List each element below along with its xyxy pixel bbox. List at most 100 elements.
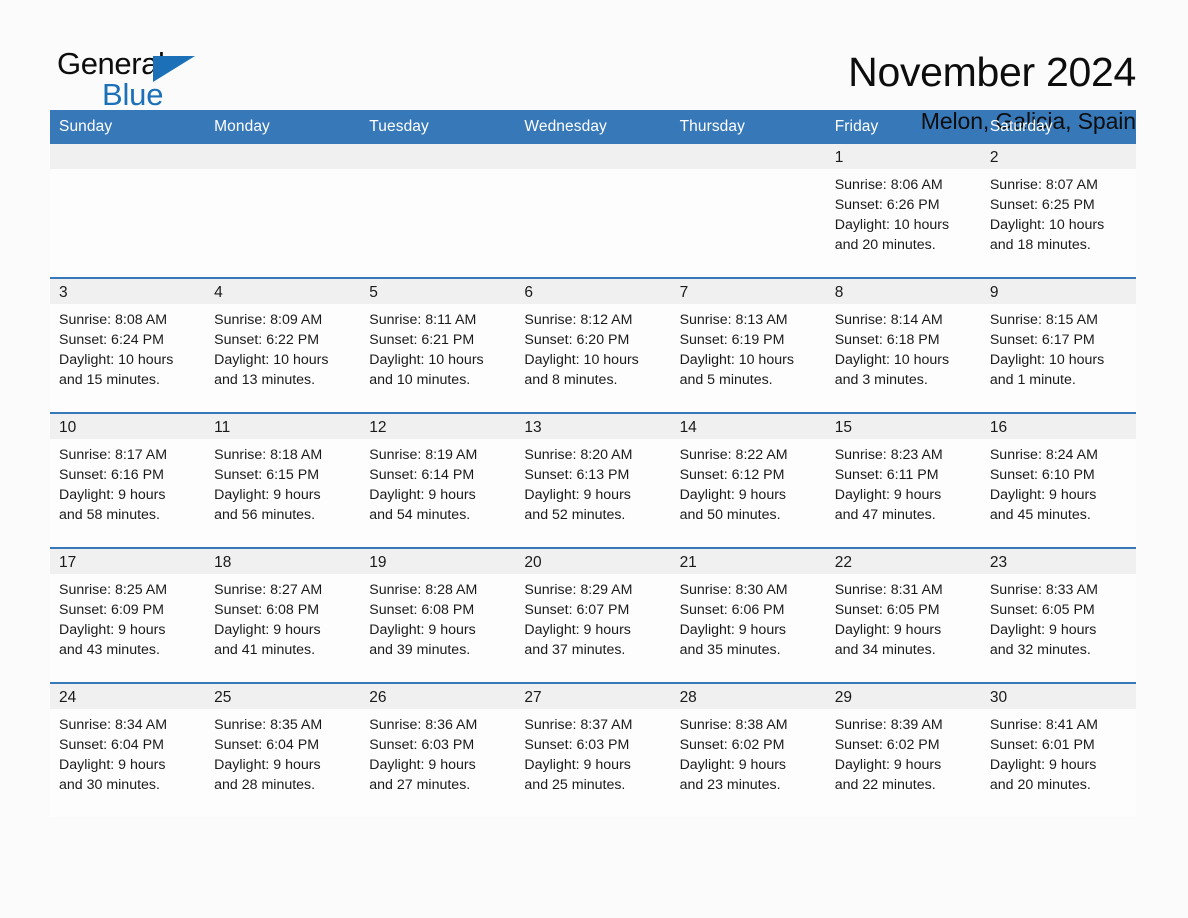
calendar-day-cell[interactable]: 9 Sunrise: 8:15 AM Sunset: 6:17 PM Daylight…: [980, 277, 1136, 413]
calendar-day-cell[interactable]: 30 Sunrise: 8:41 AM Sunset: 6:01 PM Dayligh…: [980, 682, 1136, 817]
daylight-duration-line-2: and 8 minutes.: [524, 372, 618, 388]
calendar-day-cell[interactable]: 11 Sunrise: 8:18 AM Sunset: 6:15 PM Dayligh…: [205, 412, 361, 548]
calendar-day-cell[interactable]: 27 Sunrise: 8:37 AM Sunset: 6:03 PM Dayligh…: [515, 682, 671, 817]
daylight-duration-line-2: and 20 minutes.: [834, 237, 936, 253]
calendar-day-cell[interactable]: 8 Sunrise: 8:14 AM Sunset: 6:18 PM Daylight…: [825, 277, 981, 413]
calendar-day-cell[interactable]: 12 Sunrise: 8:19 AM Sunset: 6:14 PM Dayligh…: [360, 412, 516, 548]
daylight-duration-line-1: Daylight: 9 hours: [369, 622, 476, 638]
calendar-day-cell[interactable]: 3 Sunrise: 8:08 AM Sunset: 6:24 PM Daylight…: [50, 277, 206, 413]
day-cell-inner: [670, 144, 826, 277]
day-details: Sunrise: 8:33 AM Sunset: 6:05 PM Daylight:…: [981, 574, 1136, 660]
calendar-day-cell[interactable]: 2 Sunrise: 8:07 AM Sunset: 6:25 PM Daylight…: [980, 144, 1136, 278]
day-cell-inner: 28 Sunrise: 8:38 AM Sunset: 6:02 PM Dayligh…: [670, 684, 826, 817]
day-cell-inner: 15 Sunrise: 8:23 AM Sunset: 6:11 PM Dayligh…: [825, 414, 981, 547]
day-details: Sunrise: 8:41 AM Sunset: 6:01 PM Daylight:…: [981, 709, 1136, 795]
logo-text-general: General: [57, 46, 165, 81]
day-details: Sunrise: 8:14 AM Sunset: 6:18 PM Daylight:…: [826, 304, 981, 390]
day-cell-inner: 24 Sunrise: 8:34 AM Sunset: 6:04 PM Dayligh…: [50, 684, 206, 817]
daylight-duration-line-1: Daylight: 9 hours: [834, 757, 942, 773]
calendar-week-row: 24 Sunrise: 8:34 AM Sunset: 6:04 PM Dayligh…: [50, 682, 1136, 817]
weekday-header-sunday: Sunday: [50, 110, 206, 144]
day-cell-inner: 29 Sunrise: 8:39 AM Sunset: 6:02 PM Dayligh…: [825, 684, 981, 817]
calendar-day-cell[interactable]: 26 Sunrise: 8:36 AM Sunset: 6:03 PM Dayligh…: [360, 682, 516, 817]
daylight-duration-line-2: and 30 minutes.: [59, 777, 160, 793]
calendar-day-cell[interactable]: 1 Sunrise: 8:06 AM Sunset: 6:26 PM Daylight…: [825, 144, 981, 278]
sunrise-time: Sunrise: 8:36 AM: [369, 717, 478, 733]
sunrise-time: Sunrise: 8:39 AM: [834, 717, 943, 733]
calendar-day-cell[interactable]: 28 Sunrise: 8:38 AM Sunset: 6:02 PM Dayligh…: [670, 682, 826, 817]
daylight-duration-line-2: and 18 minutes.: [989, 237, 1091, 253]
day-details: Sunrise: 8:13 AM Sunset: 6:19 PM Daylight:…: [671, 304, 826, 390]
calendar-day-cell[interactable]: 24 Sunrise: 8:34 AM Sunset: 6:04 PM Dayligh…: [50, 682, 206, 817]
weekday-header-thursday: Thursday: [670, 110, 826, 144]
sunset-time: Sunset: 6:04 PM: [214, 737, 320, 753]
day-details: Sunrise: 8:17 AM Sunset: 6:16 PM Daylight:…: [50, 439, 205, 525]
sunrise-sunset-calendar: Sunday Monday Tuesday Wednesday Thursday Frid…: [50, 110, 1136, 817]
calendar-day-cell[interactable]: 14 Sunrise: 8:22 AM Sunset: 6:12 PM Dayligh…: [670, 412, 826, 548]
general-blue-logo[interactable]: General Blue: [57, 48, 207, 114]
weekday-header-monday: Monday: [205, 110, 361, 144]
sunrise-time: Sunrise: 8:37 AM: [524, 717, 633, 733]
day-number: 4: [205, 279, 361, 304]
calendar-day-cell[interactable]: 6 Sunrise: 8:12 AM Sunset: 6:20 PM Daylight…: [515, 277, 671, 413]
calendar-day-cell[interactable]: 19 Sunrise: 8:28 AM Sunset: 6:08 PM Dayligh…: [360, 547, 516, 683]
calendar-day-cell[interactable]: 21 Sunrise: 8:30 AM Sunset: 6:06 PM Dayligh…: [670, 547, 826, 683]
calendar-day-cell[interactable]: 10 Sunrise: 8:17 AM Sunset: 6:16 PM Dayligh…: [50, 412, 206, 548]
calendar-day-cell[interactable]: 22 Sunrise: 8:31 AM Sunset: 6:05 PM Dayligh…: [825, 547, 981, 683]
sunset-time: Sunset: 6:25 PM: [989, 197, 1095, 213]
sunset-time: Sunset: 6:08 PM: [214, 602, 320, 618]
sunset-time: Sunset: 6:26 PM: [834, 197, 940, 213]
day-number: 29: [825, 684, 981, 709]
daylight-duration-line-1: Daylight: 9 hours: [59, 757, 166, 773]
sunrise-time: Sunrise: 8:08 AM: [59, 312, 168, 328]
day-cell-inner: 7 Sunrise: 8:13 AM Sunset: 6:19 PM Daylight…: [670, 279, 826, 412]
sunset-time: Sunset: 6:17 PM: [989, 332, 1095, 348]
calendar-day-cell-empty: [50, 144, 206, 278]
daylight-duration-line-1: Daylight: 9 hours: [834, 487, 942, 503]
day-number: [515, 144, 671, 169]
daylight-duration-line-2: and 52 minutes.: [524, 507, 626, 523]
day-cell-inner: 13 Sunrise: 8:20 AM Sunset: 6:13 PM Dayligh…: [515, 414, 671, 547]
day-cell-inner: 25 Sunrise: 8:35 AM Sunset: 6:04 PM Dayligh…: [205, 684, 361, 817]
calendar-day-cell[interactable]: 18 Sunrise: 8:27 AM Sunset: 6:08 PM Dayligh…: [205, 547, 361, 683]
calendar-day-cell[interactable]: 25 Sunrise: 8:35 AM Sunset: 6:04 PM Dayligh…: [205, 682, 361, 817]
calendar-day-cell[interactable]: 5 Sunrise: 8:11 AM Sunset: 6:21 PM Daylight…: [360, 277, 516, 413]
calendar-day-cell[interactable]: 7 Sunrise: 8:13 AM Sunset: 6:19 PM Daylight…: [670, 277, 826, 413]
daylight-duration-line-2: and 20 minutes.: [989, 777, 1091, 793]
day-number: 6: [515, 279, 671, 304]
calendar-week-row: 10 Sunrise: 8:17 AM Sunset: 6:16 PM Dayligh…: [50, 412, 1136, 548]
sunrise-time: Sunrise: 8:25 AM: [59, 582, 168, 598]
day-number: 5: [360, 279, 516, 304]
daylight-duration-line-1: Daylight: 10 hours: [369, 352, 484, 368]
daylight-duration-line-2: and 37 minutes.: [524, 642, 626, 658]
day-cell-inner: [515, 144, 671, 277]
daylight-duration-line-2: and 23 minutes.: [679, 777, 781, 793]
day-details: Sunrise: 8:15 AM Sunset: 6:17 PM Daylight:…: [981, 304, 1136, 390]
day-number: 16: [980, 414, 1136, 439]
calendar-week-row: 1 Sunrise: 8:06 AM Sunset: 6:26 PM Daylight…: [50, 144, 1136, 278]
day-details: Sunrise: 8:06 AM Sunset: 6:26 PM Daylight:…: [826, 169, 981, 255]
daylight-duration-line-1: Daylight: 10 hours: [834, 352, 950, 368]
daylight-duration-line-1: Daylight: 9 hours: [679, 757, 787, 773]
calendar-day-cell[interactable]: 29 Sunrise: 8:39 AM Sunset: 6:02 PM Dayligh…: [825, 682, 981, 817]
daylight-duration-line-2: and 13 minutes.: [214, 372, 316, 388]
daylight-duration-line-1: Daylight: 9 hours: [59, 622, 166, 638]
day-details: Sunrise: 8:22 AM Sunset: 6:12 PM Daylight:…: [671, 439, 826, 525]
calendar-day-cell[interactable]: 13 Sunrise: 8:20 AM Sunset: 6:13 PM Dayligh…: [515, 412, 671, 548]
calendar-day-cell[interactable]: 4 Sunrise: 8:09 AM Sunset: 6:22 PM Daylight…: [205, 277, 361, 413]
daylight-duration-line-2: and 22 minutes.: [834, 777, 936, 793]
calendar-day-cell[interactable]: 20 Sunrise: 8:29 AM Sunset: 6:07 PM Dayligh…: [515, 547, 671, 683]
calendar-day-cell[interactable]: 17 Sunrise: 8:25 AM Sunset: 6:09 PM Dayligh…: [50, 547, 206, 683]
calendar-day-cell[interactable]: 16 Sunrise: 8:24 AM Sunset: 6:10 PM Dayligh…: [980, 412, 1136, 548]
day-cell-inner: 3 Sunrise: 8:08 AM Sunset: 6:24 PM Daylight…: [50, 279, 206, 412]
day-details: Sunrise: 8:34 AM Sunset: 6:04 PM Daylight:…: [50, 709, 205, 795]
calendar-day-cell[interactable]: 23 Sunrise: 8:33 AM Sunset: 6:05 PM Dayligh…: [980, 547, 1136, 683]
calendar-day-cell[interactable]: 15 Sunrise: 8:23 AM Sunset: 6:11 PM Dayligh…: [825, 412, 981, 548]
day-details: Sunrise: 8:28 AM Sunset: 6:08 PM Daylight:…: [360, 574, 515, 660]
daylight-duration-line-1: Daylight: 9 hours: [679, 622, 787, 638]
day-number: [205, 144, 361, 169]
page-title: November 2024: [848, 49, 1136, 95]
sunrise-time: Sunrise: 8:30 AM: [679, 582, 788, 598]
day-cell-inner: 19 Sunrise: 8:28 AM Sunset: 6:08 PM Dayligh…: [360, 549, 516, 682]
sunset-time: Sunset: 6:21 PM: [369, 332, 475, 348]
